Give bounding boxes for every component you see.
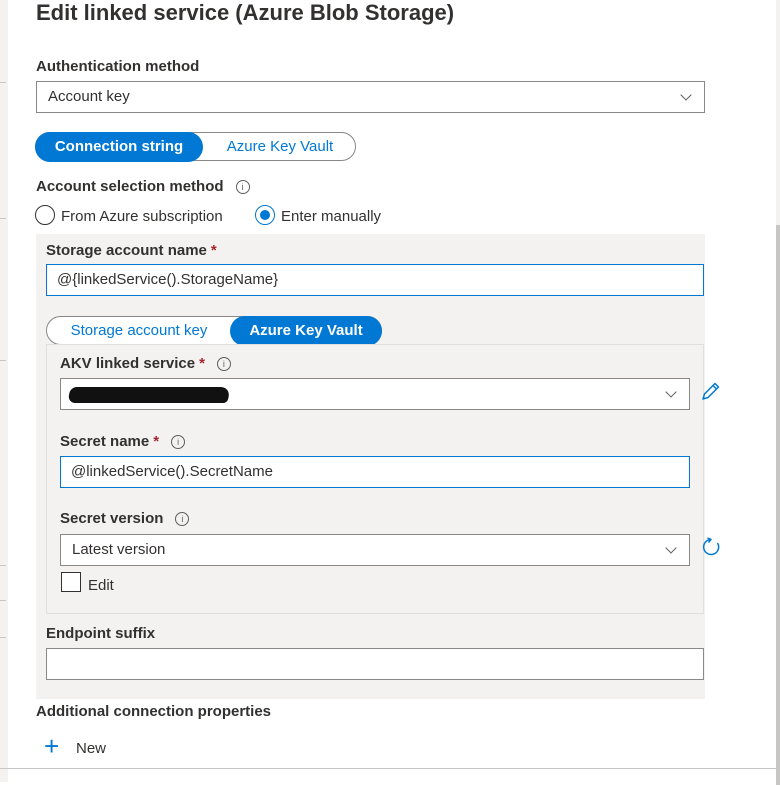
auth-method-dropdown[interactable]: Account key xyxy=(36,81,705,113)
plus-icon: + xyxy=(44,731,60,761)
account-key-toggle: Storage account key Azure Key Vault xyxy=(46,316,382,346)
secret-version-label-text: Secret version xyxy=(60,510,164,527)
divider xyxy=(0,768,780,769)
info-icon[interactable]: i xyxy=(175,512,190,526)
redacted-value xyxy=(67,387,231,403)
tab-connection-string[interactable]: Connection string xyxy=(35,132,203,162)
radio-enter-manually[interactable] xyxy=(255,205,275,225)
required-marker: * xyxy=(153,433,160,450)
chevron-down-icon xyxy=(665,542,677,554)
storage-account-label: Storage account name * xyxy=(46,242,217,259)
akv-linked-service-dropdown[interactable] xyxy=(60,378,690,410)
required-marker: * xyxy=(210,242,217,259)
storage-account-input[interactable]: @{linkedService().StorageName} xyxy=(46,264,704,296)
edit-checkbox[interactable] xyxy=(61,572,81,592)
account-selection-label: Account selection method i xyxy=(36,178,250,195)
edit-checkbox-label: Edit xyxy=(88,577,114,594)
secret-name-label-text: Secret name xyxy=(60,433,150,450)
secret-name-label: Secret name * i xyxy=(60,433,186,450)
secret-version-value: Latest version xyxy=(72,541,166,558)
secret-version-dropdown[interactable]: Latest version xyxy=(60,534,690,566)
endpoint-suffix-label: Endpoint suffix xyxy=(46,625,156,642)
akv-linked-service-label: AKV linked service * i xyxy=(60,355,231,372)
radio-label-enter-manually: Enter manually xyxy=(281,208,382,225)
scrollbar-thumb[interactable] xyxy=(776,225,780,785)
chevron-down-icon xyxy=(665,386,677,398)
tab-azure-key-vault[interactable]: Azure Key Vault xyxy=(208,132,352,162)
new-button-label: New xyxy=(76,740,107,757)
tab-akv-active[interactable]: Azure Key Vault xyxy=(230,316,382,346)
page-title: Edit linked service (Azure Blob Storage) xyxy=(36,0,455,25)
info-icon[interactable]: i xyxy=(216,357,231,371)
additional-properties-label: Additional connection properties xyxy=(36,703,272,720)
radio-from-azure-subscription[interactable] xyxy=(35,205,55,225)
storage-account-label-text: Storage account name xyxy=(46,242,207,259)
account-selection-label-text: Account selection method xyxy=(36,178,224,195)
auth-method-value: Account key xyxy=(48,88,130,105)
connection-toggle: Connection string Azure Key Vault xyxy=(35,132,356,162)
radio-label-from-azure: From Azure subscription xyxy=(61,208,223,225)
chevron-down-icon xyxy=(680,89,692,101)
endpoint-suffix-input[interactable] xyxy=(46,648,704,680)
required-marker: * xyxy=(199,355,205,372)
info-icon[interactable]: i xyxy=(171,435,186,449)
info-icon[interactable]: i xyxy=(235,180,250,194)
secret-name-input[interactable]: @linkedService().SecretName xyxy=(60,456,690,488)
akv-label-text: AKV linked service xyxy=(60,355,196,372)
auth-method-label: Authentication method xyxy=(36,58,200,75)
background-panel-edge xyxy=(0,0,8,782)
edit-pencil-icon[interactable] xyxy=(699,379,723,403)
secret-version-label: Secret version i xyxy=(60,510,190,527)
new-property-button[interactable]: + New xyxy=(44,733,106,760)
tab-storage-account-key[interactable]: Storage account key xyxy=(51,316,227,346)
refresh-icon[interactable] xyxy=(699,535,723,559)
radio-selected-dot xyxy=(260,210,270,220)
